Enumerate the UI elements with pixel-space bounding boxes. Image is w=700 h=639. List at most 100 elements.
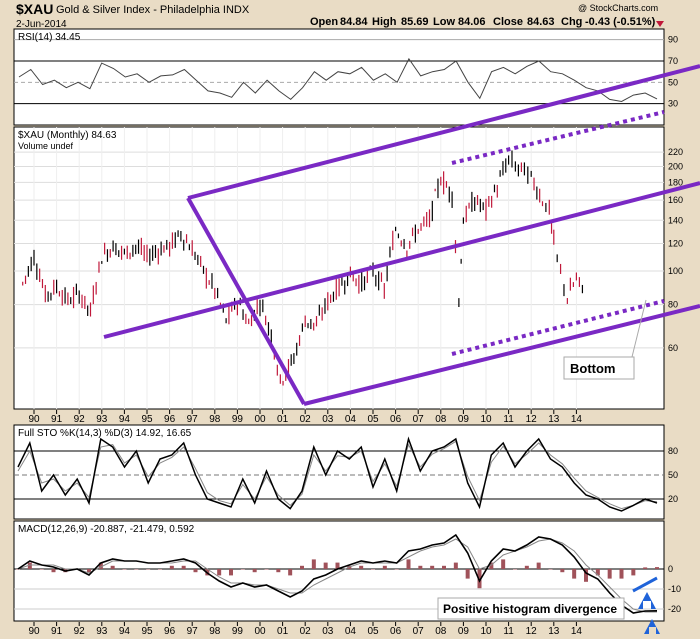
macd-histogram-bar	[217, 569, 222, 576]
x-tick-label: 92	[74, 626, 86, 637]
x-tick-label: 07	[413, 626, 425, 637]
volume-label: Volume undef	[18, 141, 74, 151]
macd-histogram-bar	[655, 567, 659, 569]
macd-histogram-bar	[572, 569, 577, 579]
macd-histogram-bar	[110, 565, 115, 569]
symbol-label: $XAU	[16, 1, 53, 17]
macd-histogram-bar	[536, 562, 541, 569]
index-name-label: Gold & Silver Index - Philadelphia INDX	[56, 4, 250, 16]
low-label: Low	[433, 16, 455, 28]
rsi-tick-label: 30	[668, 99, 678, 109]
chg-value: -0.43 (-0.51%)	[585, 16, 656, 28]
macd-histogram-bar	[300, 565, 304, 569]
macd-histogram-bar	[619, 569, 624, 579]
macd-histogram-bar	[16, 569, 20, 570]
macd-histogram-bar	[359, 565, 364, 569]
watermark-label: @ StockCharts.com	[578, 3, 658, 13]
macd-histogram-bar	[382, 565, 387, 569]
macd-histogram-bar	[87, 569, 91, 573]
price-tick-label: 200	[668, 162, 683, 172]
macd-tick-label: -10	[668, 584, 681, 594]
macd-histogram-bar	[264, 569, 269, 570]
sto-tick-label: 80	[668, 446, 678, 456]
high-label: High	[372, 16, 397, 28]
sto-tick-label: 20	[668, 494, 678, 504]
macd-histogram-bar	[252, 569, 257, 573]
x-tick-label: 06	[390, 414, 402, 425]
macd-histogram-bar	[134, 569, 139, 570]
x-tick-label: 99	[232, 414, 244, 425]
chg-label: Chg	[561, 16, 582, 28]
x-tick-label: 04	[345, 626, 357, 637]
price-tick-label: 140	[668, 215, 683, 225]
macd-histogram-bar	[560, 569, 565, 573]
macd-histogram-bar	[371, 569, 375, 570]
rsi-panel	[13, 28, 665, 126]
x-tick-label: 04	[345, 414, 357, 425]
x-tick-label: 00	[254, 414, 266, 425]
price-tick-label: 160	[668, 195, 683, 205]
x-tick-label: 03	[322, 414, 334, 425]
stochastic-title: Full STO %K(14,3) %D(3) 14.92, 16.65	[18, 428, 192, 439]
x-tick-label: 98	[209, 626, 221, 637]
macd-histogram-bar	[51, 569, 56, 573]
macd-histogram-bar	[240, 569, 245, 570]
x-tick-label: 12	[526, 414, 538, 425]
x-tick-label: 91	[51, 414, 63, 425]
macd-tick-label: -20	[668, 604, 681, 614]
macd-histogram-bar	[394, 569, 399, 570]
price-tick-label: 80	[668, 300, 678, 310]
x-tick-label: 99	[232, 626, 244, 637]
x-tick-label: 91	[51, 626, 63, 637]
x-tick-label: 02	[300, 626, 312, 637]
rsi-title: RSI(14) 34.45	[18, 32, 81, 43]
macd-histogram-bar	[323, 562, 328, 569]
x-tick-label: 95	[141, 626, 153, 637]
x-tick-label: 92	[74, 414, 86, 425]
macd-histogram-bar	[453, 562, 458, 569]
x-tick-label: 08	[435, 414, 447, 425]
bottom-annotation: Bottom	[570, 361, 616, 376]
x-tick-label: 98	[209, 414, 221, 425]
rsi-tick-label: 50	[668, 77, 678, 87]
macd-histogram-bar	[548, 569, 553, 570]
x-tick-label: 90	[28, 626, 40, 637]
rsi-tick-label: 70	[668, 56, 678, 66]
macd-histogram-bar	[501, 559, 506, 569]
macd-histogram-bar	[181, 565, 186, 569]
macd-histogram-bar	[406, 559, 411, 569]
macd-histogram-bar	[418, 565, 423, 569]
macd-histogram-bar	[607, 569, 612, 579]
price-tick-label: 220	[668, 147, 683, 157]
divergence-annotation: Positive histogram divergence	[443, 602, 617, 616]
x-tick-label: 11	[503, 626, 514, 637]
x-tick-label: 97	[187, 626, 199, 637]
open-value: 84.84	[340, 16, 368, 28]
down-triangle-icon	[656, 21, 664, 27]
stock-chart: $XAU Gold & Silver Index - Philadelphia …	[13, 1, 700, 637]
x-tick-label: 90	[28, 414, 40, 425]
x-tick-label: 14	[571, 414, 583, 425]
date-label: 2-Jun-2014	[16, 19, 67, 30]
macd-tick-label: 0	[668, 564, 673, 574]
x-tick-label: 11	[503, 414, 514, 425]
macd-histogram-bar	[122, 569, 127, 570]
macd-histogram-bar	[643, 567, 648, 569]
macd-histogram-bar	[288, 569, 293, 576]
sto-tick-label: 50	[668, 470, 678, 480]
macd-histogram-bar	[39, 569, 44, 570]
x-tick-label: 09	[458, 414, 470, 425]
x-tick-label: 94	[119, 626, 131, 637]
macd-histogram-bar	[524, 565, 529, 569]
rsi-tick-label: 90	[668, 35, 678, 45]
macd-histogram-bar	[631, 569, 636, 576]
x-tick-label: 06	[390, 626, 402, 637]
x-tick-label: 93	[96, 414, 108, 425]
macd-histogram-bar	[193, 569, 198, 573]
x-tick-label: 05	[367, 414, 379, 425]
macd-histogram-bar	[146, 569, 151, 570]
x-tick-label: 00	[254, 626, 266, 637]
macd-histogram-bar	[442, 565, 446, 569]
x-tick-label: 07	[413, 414, 425, 425]
high-value: 85.69	[401, 16, 429, 28]
